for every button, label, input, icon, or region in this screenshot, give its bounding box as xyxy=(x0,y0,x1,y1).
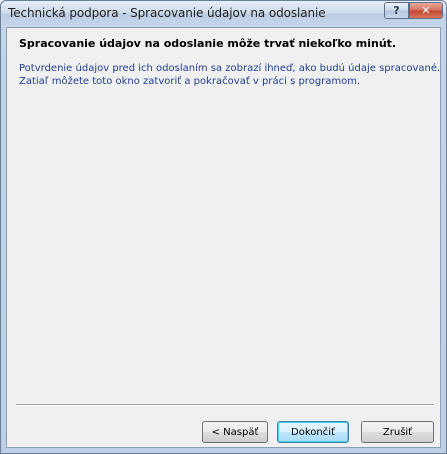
dialog-content: Spracovanie údajov na odoslanie môže trv… xyxy=(6,27,441,448)
dialog-window: Technická podpora - Spracovanie údajov n… xyxy=(0,0,447,454)
help-button[interactable]: ? xyxy=(384,2,409,19)
page-heading: Spracovanie údajov na odoslanie môže trv… xyxy=(19,37,397,50)
separator-line xyxy=(16,404,434,406)
back-button[interactable]: < Naspäť xyxy=(202,421,268,443)
title-bar[interactable]: Technická podpora - Spracovanie údajov n… xyxy=(1,1,446,27)
close-icon: ✕ xyxy=(421,4,431,17)
description-line: Zatiaľ môžete toto okno zatvoriť a pokra… xyxy=(19,76,361,87)
cancel-button[interactable]: Zrušiť xyxy=(361,421,434,443)
help-icon: ? xyxy=(393,4,400,17)
close-button[interactable]: ✕ xyxy=(409,2,443,19)
finish-button[interactable]: Dokončiť xyxy=(277,421,349,443)
window-title: Technická podpora - Spracovanie údajov n… xyxy=(8,6,326,20)
description-line: Potvrdenie údajov pred ich odoslaním sa … xyxy=(19,63,441,74)
description-text: Potvrdenie údajov pred ich odoslaním sa … xyxy=(19,62,441,88)
